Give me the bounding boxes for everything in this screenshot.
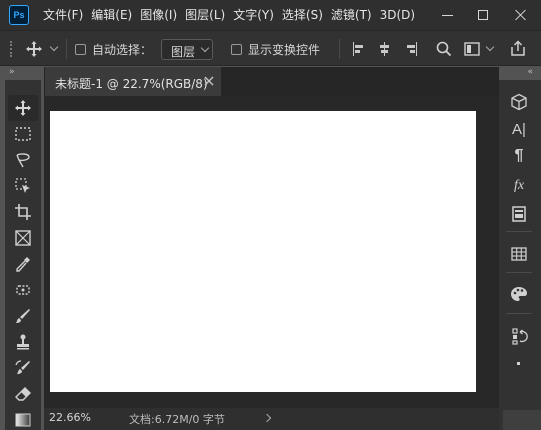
history-panel-button[interactable] <box>507 324 531 348</box>
status-menu-arrow-icon[interactable] <box>262 413 272 423</box>
more-panels-button[interactable] <box>507 352 531 376</box>
auto-select-target-value: 图层 <box>171 45 196 59</box>
tool-spot-healing[interactable] <box>8 277 38 303</box>
menu-edit[interactable]: 编辑(E) <box>87 0 136 30</box>
document-tab-bar: 未标题-1 @ 22.7%(RGB/8) <box>44 67 499 96</box>
status-bar: 22.66% 文档:6.72M/0 字节 <box>44 407 499 430</box>
tool-eyedropper[interactable] <box>8 251 38 277</box>
auto-select-target-select[interactable]: 图层 <box>161 39 213 60</box>
menu-type[interactable]: 文字(Y) <box>229 0 278 30</box>
collapse-panels-button[interactable]: « <box>527 67 532 77</box>
tool-lasso[interactable] <box>8 147 38 173</box>
history-brush-tool-icon <box>15 360 30 374</box>
swatches-icon <box>511 247 527 261</box>
libraries-icon <box>512 206 526 222</box>
document-tab[interactable]: 未标题-1 @ 22.7%(RGB/8) <box>45 67 221 96</box>
menu-3d[interactable]: 3D(D) <box>376 0 419 30</box>
separator <box>339 39 340 59</box>
move-tool-icon <box>15 100 31 116</box>
marquee-tool-icon <box>15 127 31 141</box>
tool-preset-caret-icon[interactable] <box>49 42 59 52</box>
menu-file[interactable]: 文件(F) <box>39 0 87 30</box>
object-select-tool-icon <box>15 178 30 193</box>
3d-icon <box>511 93 527 111</box>
options-bar: 自动选择： 图层 显示变换控件 <box>0 30 541 66</box>
close-button[interactable] <box>504 0 538 30</box>
minimize-button[interactable] <box>430 0 464 30</box>
tool-history-brush[interactable] <box>8 355 38 381</box>
document-tab-title: 未标题-1 @ 22.7%(RGB/8) <box>55 77 208 91</box>
menu-bar: Ps 文件(F) 编辑(E) 图像(I) 图层(L) 文字(Y) 选择(S) 滤… <box>0 0 541 30</box>
tool-clone-stamp[interactable] <box>8 329 38 355</box>
character-icon: A| <box>512 120 526 138</box>
tool-eraser[interactable] <box>8 381 38 407</box>
tool-brush[interactable] <box>8 303 38 329</box>
tab-close-icon[interactable] <box>203 75 215 87</box>
tool-marquee[interactable] <box>8 121 38 147</box>
fx-icon: fx <box>513 178 525 193</box>
eyedropper-tool-icon <box>16 257 30 272</box>
tools-panel <box>5 80 41 430</box>
menu-select[interactable]: 选择(S) <box>278 0 327 30</box>
window-resize-grip[interactable] <box>503 410 541 430</box>
canvas[interactable] <box>50 111 476 392</box>
paragraph-panel-button[interactable]: ¶ <box>507 144 531 168</box>
auto-select-checkbox[interactable] <box>75 44 86 55</box>
show-transform-checkbox[interactable] <box>231 44 242 55</box>
tool-gradient[interactable] <box>8 407 38 430</box>
tool-frame[interactable] <box>8 225 38 251</box>
eraser-tool-icon <box>15 387 31 401</box>
tool-object-select[interactable] <box>8 173 38 199</box>
document-canvas-area[interactable] <box>44 96 499 407</box>
dock-separator <box>506 272 532 273</box>
dock-separator <box>506 231 532 232</box>
history-icon <box>512 328 528 345</box>
dock-separator <box>506 313 532 314</box>
menu-filter[interactable]: 滤镜(T) <box>327 0 376 30</box>
separator <box>66 39 67 59</box>
options-grip[interactable] <box>10 41 12 57</box>
tool-crop[interactable] <box>8 199 38 225</box>
spot-healing-tool-icon <box>16 285 30 295</box>
align-left-icon[interactable] <box>352 42 366 56</box>
maximize-icon <box>478 10 488 20</box>
color-icon <box>511 287 527 301</box>
color-panel-button[interactable] <box>507 282 531 306</box>
menu-layer[interactable]: 图层(L) <box>181 0 229 30</box>
move-icon[interactable] <box>25 40 43 58</box>
clone-stamp-tool-icon <box>17 334 29 350</box>
tool-move[interactable] <box>8 95 38 121</box>
brush-tool-icon <box>16 309 30 323</box>
minimize-icon <box>441 14 453 16</box>
close-icon <box>515 9 527 21</box>
show-transform-label: 显示变换控件 <box>248 43 321 57</box>
swatches-panel-button[interactable] <box>507 242 531 266</box>
gradient-tool-icon <box>15 413 31 427</box>
photoshop-logo: Ps <box>9 5 29 25</box>
menu: 文件(F) 编辑(E) 图像(I) 图层(L) 文字(Y) 选择(S) 滤镜(T… <box>39 0 419 30</box>
align-hcenter-icon[interactable] <box>378 42 392 56</box>
zoom-level[interactable]: 22.66% <box>49 411 91 424</box>
collapse-tools-button[interactable]: » <box>9 67 14 77</box>
auto-select-label: 自动选择： <box>92 43 153 57</box>
character-panel-button[interactable]: A| <box>507 117 531 141</box>
share-icon[interactable] <box>510 40 526 57</box>
workspace-chevron-icon[interactable] <box>485 42 495 52</box>
search-icon[interactable] <box>436 41 452 57</box>
3d-panel-button[interactable] <box>507 90 531 114</box>
frame-tool-icon <box>15 230 31 246</box>
maximize-button[interactable] <box>466 0 500 30</box>
more-icon <box>517 362 520 365</box>
menu-image[interactable]: 图像(I) <box>136 0 181 30</box>
libraries-panel-button[interactable] <box>507 202 531 226</box>
crop-tool-icon <box>15 204 31 220</box>
chevron-down-icon <box>200 43 210 53</box>
align-right-icon[interactable] <box>404 42 418 56</box>
document-info: 文档:6.72M/0 字节 <box>129 413 225 426</box>
panel-dock: A| ¶ fx <box>499 80 541 430</box>
lasso-tool-icon <box>16 153 30 168</box>
styles-panel-button[interactable]: fx <box>507 174 531 198</box>
workspace-icon[interactable] <box>464 42 480 56</box>
paragraph-icon: ¶ <box>514 147 524 164</box>
